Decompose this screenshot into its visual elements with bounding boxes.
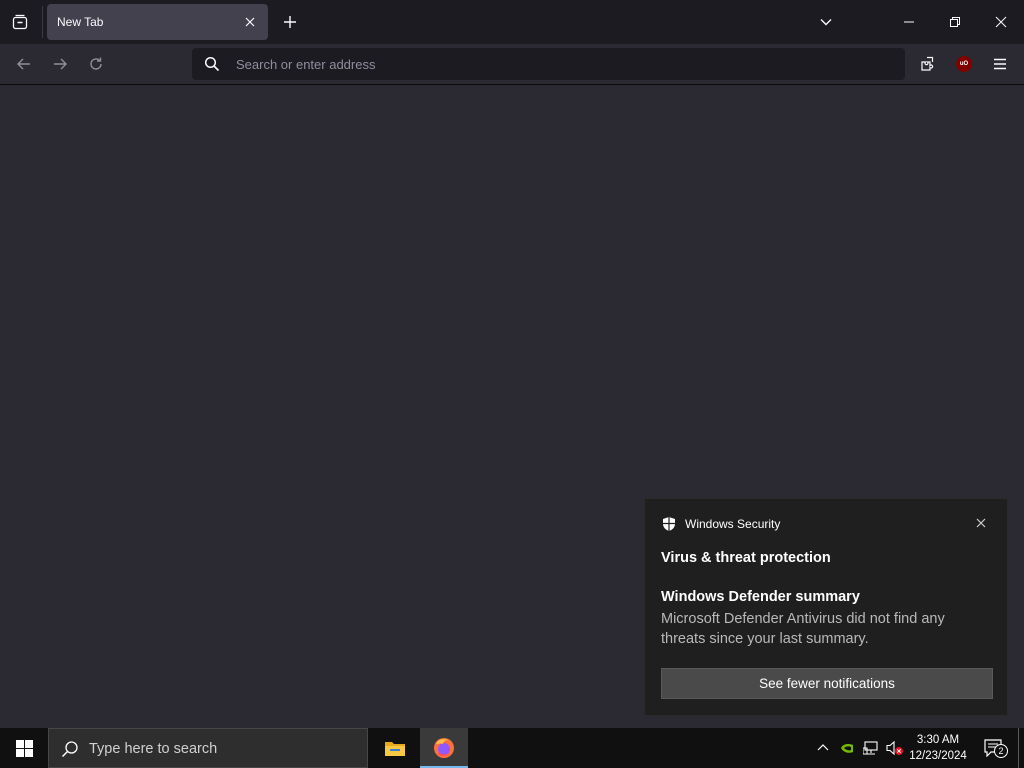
minimize-button[interactable]: [886, 0, 932, 44]
extensions-button[interactable]: [914, 50, 942, 78]
close-icon: [976, 518, 986, 528]
arrow-right-icon: [54, 58, 67, 70]
ublock-origin-button[interactable]: uO: [950, 50, 978, 78]
puzzle-icon: [921, 56, 934, 71]
back-button[interactable]: [9, 50, 39, 78]
firefox-view-button[interactable]: [6, 8, 34, 36]
restore-icon: [950, 17, 960, 27]
firefox-icon: [434, 738, 454, 758]
search-icon: [204, 56, 220, 72]
ublock-shield-icon: uO: [956, 56, 972, 72]
close-icon: [245, 17, 255, 27]
list-all-tabs-button[interactable]: [812, 8, 840, 36]
firefox-view-icon: [12, 14, 28, 30]
taskbar-search-box[interactable]: Type here to search: [48, 728, 368, 768]
minimize-icon: [904, 21, 914, 23]
notification-count-badge: 2: [994, 744, 1008, 758]
show-hidden-icons-button[interactable]: [813, 738, 833, 758]
tray-network[interactable]: [861, 738, 881, 758]
close-icon: [995, 16, 1007, 28]
notification-app-name: Windows Security: [685, 517, 781, 531]
volume-muted-icon: [886, 740, 903, 756]
show-desktop-button[interactable]: [1018, 728, 1024, 768]
folder-icon: [385, 742, 405, 756]
taskbar-search-placeholder: Type here to search: [89, 741, 218, 757]
see-fewer-notifications-button[interactable]: See fewer notifications: [661, 668, 993, 699]
chevron-up-icon: [817, 744, 829, 751]
window-close-button[interactable]: [978, 0, 1024, 44]
arrow-left-icon: [17, 58, 30, 70]
tab-strip: New Tab: [0, 0, 1024, 44]
chevron-down-icon: [820, 19, 832, 26]
nvidia-icon: [841, 744, 853, 753]
notification-heading: Windows Defender summary: [661, 589, 860, 605]
taskbar-firefox[interactable]: [420, 728, 468, 768]
app-menu-button[interactable]: [986, 50, 1014, 78]
action-center-button[interactable]: 2: [978, 734, 1010, 762]
plus-icon: [284, 16, 296, 28]
tab-new-tab[interactable]: New Tab: [47, 4, 268, 40]
tray-nvidia[interactable]: [837, 738, 857, 758]
notification-close-button[interactable]: [971, 513, 991, 533]
notification-title: Virus & threat protection: [661, 550, 831, 566]
start-button[interactable]: [0, 728, 48, 768]
new-tab-button[interactable]: [276, 8, 304, 36]
system-clock[interactable]: 3:30 AM 12/23/2024: [906, 732, 970, 764]
search-icon: [61, 741, 78, 758]
reload-button[interactable]: [81, 50, 111, 78]
shield-icon: [663, 517, 675, 531]
reload-icon: [90, 57, 102, 70]
clock-date: 12/23/2024: [909, 750, 967, 762]
restore-button[interactable]: [932, 0, 978, 44]
taskbar: Type here to search 3:30 AM 12/23/2024 2: [0, 728, 1024, 768]
clock-time: 3:30 AM: [916, 734, 960, 746]
windows-logo-icon: [15, 739, 33, 757]
tab-title: New Tab: [57, 15, 104, 29]
tab-separator: [42, 6, 43, 38]
url-input[interactable]: [236, 48, 886, 80]
network-icon: [863, 741, 878, 755]
tab-close-button[interactable]: [240, 12, 260, 32]
navigation-toolbar: uO: [0, 44, 1024, 85]
forward-button[interactable]: [45, 50, 75, 78]
tray-volume[interactable]: [885, 738, 905, 758]
address-bar[interactable]: [192, 48, 905, 80]
taskbar-file-explorer[interactable]: [371, 728, 419, 768]
notification-body: Microsoft Defender Antivirus did not fin…: [661, 611, 945, 647]
windows-security-notification[interactable]: Windows Security Virus & threat protecti…: [644, 498, 1008, 716]
hamburger-menu-icon: [994, 58, 1006, 70]
